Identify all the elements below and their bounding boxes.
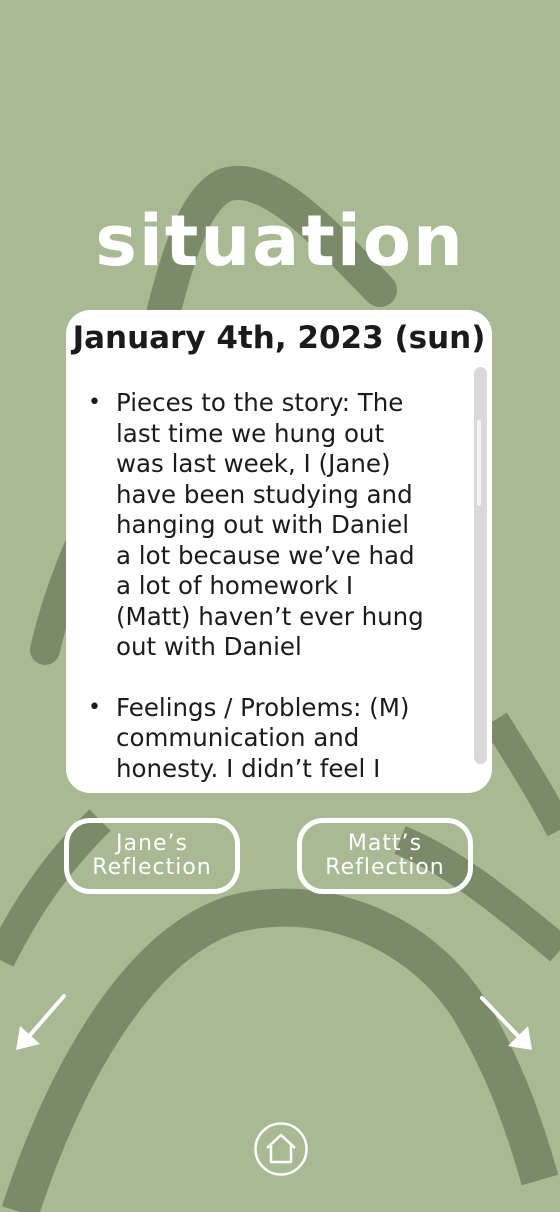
home-icon <box>266 1133 296 1164</box>
page-title: situation <box>95 200 465 282</box>
button-label-line2: Reflection <box>325 855 445 880</box>
bullet-icon: • <box>88 694 101 720</box>
entry-content: • Pieces to the story: The last time we … <box>66 388 456 788</box>
list-item-text: Feelings / Problems: (M) communication a… <box>116 692 410 783</box>
button-label-line1: Matt’s <box>347 831 423 856</box>
button-label-line1: Jane’s <box>116 831 188 856</box>
matt-reflection-button[interactable]: Matt’s Reflection <box>297 818 473 894</box>
entry-card: January 4th, 2023 (sun) • Pieces to the … <box>66 310 492 793</box>
arrow-down-right-icon[interactable] <box>476 994 536 1054</box>
entry-date: January 4th, 2023 (sun) <box>72 320 486 356</box>
list-item: • Feelings / Problems: (M) communication… <box>66 693 456 785</box>
scrollbar-thumb[interactable] <box>477 420 481 506</box>
arrow-down-left-icon[interactable] <box>14 992 70 1052</box>
jane-reflection-button[interactable]: Jane’s Reflection <box>64 818 240 894</box>
button-label-line2: Reflection <box>92 855 212 880</box>
bullet-icon: • <box>88 390 101 415</box>
home-button[interactable] <box>254 1122 308 1176</box>
list-item: • Pieces to the story: The last time we … <box>66 388 456 663</box>
list-item-text: Pieces to the story: The last time we hu… <box>116 388 424 661</box>
